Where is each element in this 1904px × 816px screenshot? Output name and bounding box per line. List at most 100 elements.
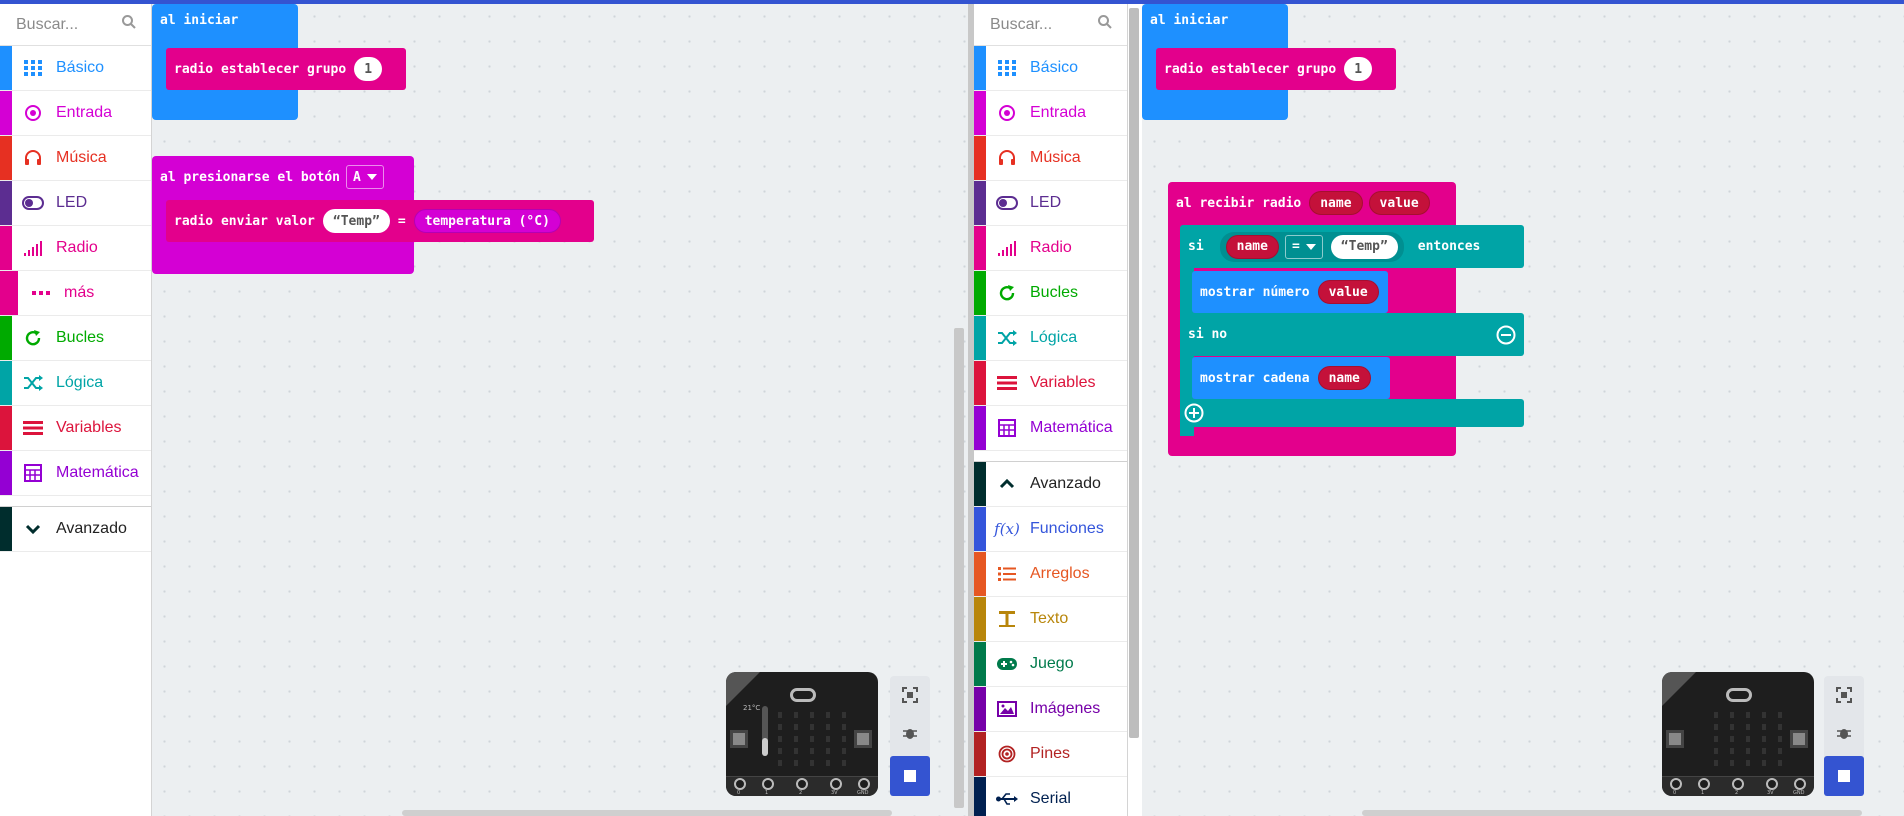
send-value-block[interactable]: radio enviar valor “Temp” = temperatura …: [166, 200, 594, 242]
category-matematica[interactable]: Matemática: [0, 451, 151, 496]
group-number-field[interactable]: 1: [354, 57, 383, 81]
temp-string-field[interactable]: “Temp”: [1330, 234, 1398, 259]
search-box: [974, 4, 1127, 46]
debug-bug-icon[interactable]: [1824, 714, 1864, 752]
set-group-block[interactable]: radio establecer grupo 1: [1156, 48, 1396, 90]
search-box: [0, 4, 151, 46]
target-icon: [22, 102, 44, 124]
category-basico[interactable]: Básico: [0, 46, 151, 91]
category-radio[interactable]: Radio: [974, 226, 1127, 271]
category-label: Variables: [1030, 374, 1096, 391]
sim-button-b[interactable]: [1790, 730, 1808, 748]
category-led[interactable]: LED: [0, 181, 151, 226]
category-entrada[interactable]: Entrada: [0, 91, 151, 136]
gamepad-icon: [996, 653, 1018, 675]
workspace-horizontal-scrollbar[interactable]: [1362, 810, 1862, 816]
else-section[interactable]: si no: [1180, 313, 1524, 356]
microbit-simulator[interactable]: 21°C 0 1 2 3V GND: [726, 672, 878, 796]
comparison-block[interactable]: name = “Temp”: [1219, 231, 1404, 262]
param-value-chip[interactable]: value: [1368, 191, 1430, 215]
set-group-block[interactable]: radio establecer grupo 1: [166, 48, 406, 90]
pin-gnd[interactable]: [1794, 778, 1806, 790]
category-logica[interactable]: Lógica: [974, 316, 1127, 361]
set-group-label: radio establecer grupo: [1164, 61, 1337, 77]
sim-button-a[interactable]: [730, 730, 748, 748]
led-matrix: [778, 712, 852, 766]
thermometer-slider[interactable]: [762, 706, 768, 756]
category-bucles[interactable]: Bucles: [974, 271, 1127, 316]
toolbox-scrollbar[interactable]: [1129, 8, 1139, 738]
category-funciones[interactable]: f(x) Funciones: [974, 507, 1127, 552]
microbit-simulator[interactable]: 0 1 2 3V GND: [1662, 672, 1814, 796]
category-avanzado[interactable]: Avanzado: [0, 507, 151, 552]
workspace-horizontal-scrollbar[interactable]: [402, 810, 892, 816]
category-label: Básico: [56, 59, 105, 76]
on-receive-label: al recibir radio: [1176, 195, 1302, 211]
sim-button-b[interactable]: [854, 730, 872, 748]
category-label: Lógica: [1030, 329, 1078, 346]
category-pines[interactable]: Pines: [974, 732, 1127, 777]
value-variable[interactable]: value: [1317, 280, 1379, 304]
fullscreen-icon[interactable]: [1824, 676, 1864, 714]
category-arreglos[interactable]: Arreglos: [974, 552, 1127, 597]
category-musica[interactable]: Música: [0, 136, 151, 181]
pin-1[interactable]: [1698, 778, 1710, 790]
workspace-vertical-scrollbar[interactable]: [954, 328, 964, 808]
temperature-block[interactable]: temperatura (°C): [413, 209, 561, 233]
blocks-workspace-right[interactable]: al iniciar radio establecer grupo 1 al r…: [1142, 4, 1904, 816]
microbit-logo-icon: [1726, 688, 1752, 702]
show-number-block[interactable]: mostrar número value: [1192, 271, 1388, 313]
grid-icon: [22, 57, 44, 79]
category-texto[interactable]: Texto: [974, 597, 1127, 642]
category-avanzado[interactable]: Avanzado: [974, 462, 1127, 507]
category-matematica[interactable]: Matemática: [974, 406, 1127, 451]
category-label: Bucles: [1030, 284, 1079, 301]
pin-2[interactable]: [796, 778, 808, 790]
if-else-block-bottom[interactable]: [1180, 399, 1524, 427]
category-led[interactable]: LED: [974, 181, 1127, 226]
temp-string-field[interactable]: “Temp”: [322, 209, 390, 233]
stop-simulator-button[interactable]: [1824, 756, 1864, 796]
category-logica[interactable]: Lógica: [0, 361, 151, 406]
sim-button-a[interactable]: [1666, 730, 1684, 748]
category-entrada[interactable]: Entrada: [974, 91, 1127, 136]
group-number-field[interactable]: 1: [1344, 57, 1373, 81]
fullscreen-icon[interactable]: [890, 676, 930, 714]
on-button-label: al presionarse el botón: [160, 169, 341, 185]
search-input[interactable]: [16, 15, 121, 34]
category-musica[interactable]: Música: [974, 136, 1127, 181]
pin-1[interactable]: [762, 778, 774, 790]
pin-0[interactable]: [1670, 778, 1682, 790]
add-else-icon[interactable]: [1184, 403, 1204, 423]
name-variable[interactable]: name: [1317, 366, 1371, 390]
compare-operator-dropdown[interactable]: =: [1284, 234, 1323, 259]
debug-bug-icon[interactable]: [890, 714, 930, 752]
param-name-chip[interactable]: name: [1309, 191, 1363, 215]
show-string-block[interactable]: mostrar cadena name: [1192, 357, 1390, 399]
category-radio[interactable]: Radio: [0, 226, 151, 271]
pin-0[interactable]: [734, 778, 746, 790]
search-icon[interactable]: [121, 14, 137, 35]
pin-3v[interactable]: [1766, 778, 1778, 790]
category-juego[interactable]: Juego: [974, 642, 1127, 687]
pin-2[interactable]: [1732, 778, 1744, 790]
category-imagenes[interactable]: Imágenes: [974, 687, 1127, 732]
category-serial[interactable]: Serial: [974, 777, 1127, 816]
search-icon[interactable]: [1097, 14, 1113, 35]
button-dropdown[interactable]: A: [346, 165, 384, 189]
blocks-workspace-left[interactable]: al iniciar radio establecer grupo 1 al p…: [152, 4, 968, 816]
category-bucles[interactable]: Bucles: [0, 316, 151, 361]
remove-else-icon[interactable]: [1496, 325, 1516, 345]
name-variable[interactable]: name: [1225, 234, 1279, 259]
then-label: entonces: [1417, 239, 1481, 254]
category-variables[interactable]: Variables: [0, 406, 151, 451]
pin-gnd[interactable]: [858, 778, 870, 790]
category-variables[interactable]: Variables: [974, 361, 1127, 406]
category-mas[interactable]: más: [0, 271, 151, 316]
toggle-icon: [996, 192, 1018, 214]
pin-3v[interactable]: [830, 778, 842, 790]
search-input[interactable]: [990, 15, 1097, 34]
category-basico[interactable]: Básico: [974, 46, 1127, 91]
stop-simulator-button[interactable]: [890, 756, 930, 796]
if-else-block-top[interactable]: si name = “Temp” entonces: [1180, 225, 1524, 268]
